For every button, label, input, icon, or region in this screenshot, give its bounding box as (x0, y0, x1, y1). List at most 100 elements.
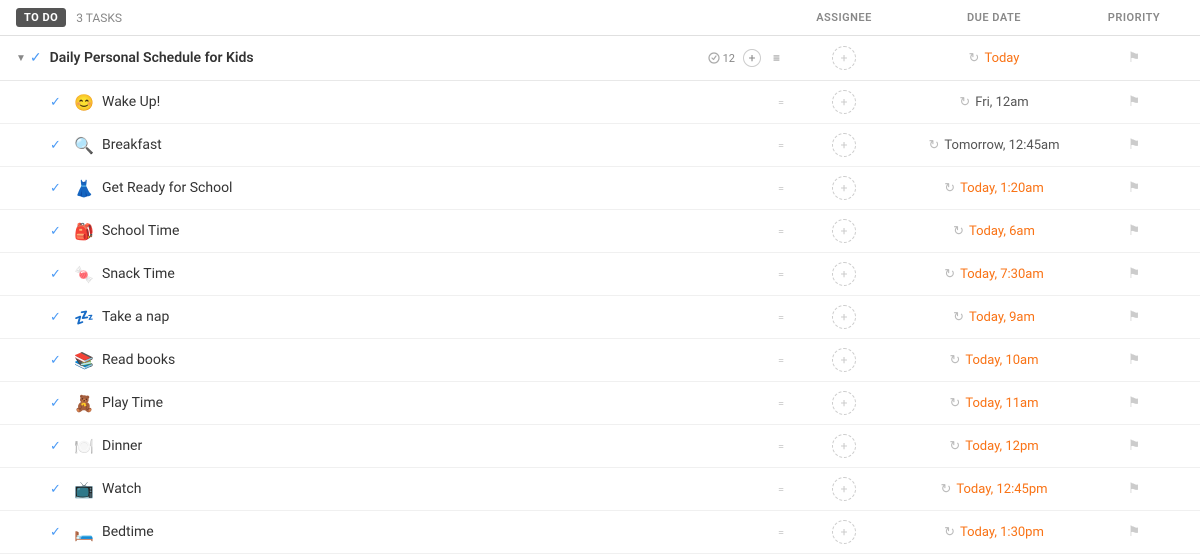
task-due-text-0: Fri, 12am (975, 95, 1028, 110)
task-flag-8[interactable]: ⚑ (1128, 438, 1141, 454)
task-flag-7[interactable]: ⚑ (1128, 395, 1141, 411)
task-duedate-0: ↻ Fri, 12am (904, 95, 1084, 110)
task-priority-8: ⚑ (1084, 438, 1184, 454)
task-avatar-9[interactable]: + (832, 477, 856, 501)
task-flag-0[interactable]: ⚑ (1128, 94, 1141, 110)
group-check-icon[interactable]: ✓ (30, 50, 42, 66)
task-avatar-0[interactable]: + (832, 90, 856, 114)
task-assignee-5: + (784, 305, 904, 329)
task-avatar-5[interactable]: + (832, 305, 856, 329)
task-assignee-0: + (784, 90, 904, 114)
task-flag-2[interactable]: ⚑ (1128, 180, 1141, 196)
task-emoji-1: 🔍 (74, 136, 94, 155)
task-clock-icon-10: ↻ (944, 525, 955, 540)
group-flag-icon[interactable]: ⚑ (1128, 50, 1141, 66)
task-clock-icon-0: ↻ (959, 95, 970, 110)
task-name-5: Take a nap (102, 309, 772, 325)
todo-badge: TO DO (16, 8, 66, 27)
task-check-6[interactable]: ✓ (50, 353, 64, 368)
task-assignee-3: + (784, 219, 904, 243)
task-duedate-9: ↻ Today, 12:45pm (904, 482, 1084, 497)
task-check-7[interactable]: ✓ (50, 396, 64, 411)
tasks-count: 3 TASKS (76, 11, 784, 25)
task-avatar-10[interactable]: + (832, 520, 856, 544)
group-menu-icon[interactable]: ≡ (769, 49, 784, 67)
task-name-7: Play Time (102, 395, 772, 411)
task-emoji-4: 🍬 (74, 265, 94, 284)
task-emoji-2: 👗 (74, 179, 94, 198)
task-flag-6[interactable]: ⚑ (1128, 352, 1141, 368)
task-check-9[interactable]: ✓ (50, 482, 64, 497)
task-clock-icon-8: ↻ (949, 439, 960, 454)
task-due-text-3: Today, 6am (969, 224, 1035, 239)
task-clock-icon-7: ↻ (949, 396, 960, 411)
group-meta: 12 + ≡ (708, 49, 784, 67)
task-flag-5[interactable]: ⚑ (1128, 309, 1141, 325)
task-avatar-4[interactable]: + (832, 262, 856, 286)
task-assignee-1: + (784, 133, 904, 157)
task-priority-7: ⚑ (1084, 395, 1184, 411)
task-row: ✓ 🔍 Breakfast = + ↻ Tomorrow, 12:45am ⚑ (0, 124, 1200, 167)
task-avatar-3[interactable]: + (832, 219, 856, 243)
task-assignee-6: + (784, 348, 904, 372)
task-row: ✓ 🧸 Play Time = + ↻ Today, 11am ⚑ (0, 382, 1200, 425)
task-duedate-3: ↻ Today, 6am (904, 224, 1084, 239)
task-due-text-7: Today, 11am (965, 396, 1038, 411)
task-duedate-1: ↻ Tomorrow, 12:45am (904, 138, 1084, 153)
task-assignee-4: + (784, 262, 904, 286)
subtask-count: 12 (723, 52, 735, 65)
task-name-8: Dinner (102, 438, 772, 454)
group-assignee-cell: + (784, 46, 904, 70)
task-duedate-6: ↻ Today, 10am (904, 353, 1084, 368)
task-due-text-10: Today, 1:30pm (960, 525, 1044, 540)
task-avatar-8[interactable]: + (832, 434, 856, 458)
task-due-text-4: Today, 7:30am (960, 267, 1044, 282)
group-assignee-avatar[interactable]: + (832, 46, 856, 70)
task-avatar-7[interactable]: + (832, 391, 856, 415)
task-check-1[interactable]: ✓ (50, 138, 64, 153)
task-duedate-7: ↻ Today, 11am (904, 396, 1084, 411)
task-priority-2: ⚑ (1084, 180, 1184, 196)
task-check-0[interactable]: ✓ (50, 95, 64, 110)
task-duedate-5: ↻ Today, 9am (904, 310, 1084, 325)
task-name-10: Bedtime (102, 524, 772, 540)
app-container: TO DO 3 TASKS ASSIGNEE DUE DATE PRIORITY… (0, 0, 1200, 554)
task-due-text-9: Today, 12:45pm (956, 482, 1047, 497)
group-due-text: Today (984, 51, 1019, 66)
task-check-8[interactable]: ✓ (50, 439, 64, 454)
task-due-text-1: Tomorrow, 12:45am (944, 138, 1059, 153)
task-flag-9[interactable]: ⚑ (1128, 481, 1141, 497)
task-name-6: Read books (102, 352, 772, 368)
task-flag-10[interactable]: ⚑ (1128, 524, 1141, 540)
task-check-2[interactable]: ✓ (50, 181, 64, 196)
group-collapse-icon[interactable]: ▼ (16, 53, 26, 64)
task-duedate-10: ↻ Today, 1:30pm (904, 525, 1084, 540)
task-flag-4[interactable]: ⚑ (1128, 266, 1141, 282)
task-priority-4: ⚑ (1084, 266, 1184, 282)
task-clock-icon-2: ↻ (944, 181, 955, 196)
add-subtask-button[interactable]: + (743, 49, 761, 67)
task-flag-1[interactable]: ⚑ (1128, 137, 1141, 153)
task-emoji-8: 🍽️ (74, 437, 94, 456)
task-avatar-1[interactable]: + (832, 133, 856, 157)
task-avatar-2[interactable]: + (832, 176, 856, 200)
task-clock-icon-1: ↻ (929, 138, 940, 153)
header-row: TO DO 3 TASKS ASSIGNEE DUE DATE PRIORITY (0, 0, 1200, 36)
task-check-3[interactable]: ✓ (50, 224, 64, 239)
task-assignee-2: + (784, 176, 904, 200)
task-avatar-6[interactable]: + (832, 348, 856, 372)
task-emoji-5: 💤 (74, 308, 94, 327)
task-duedate-4: ↻ Today, 7:30am (904, 267, 1084, 282)
task-check-4[interactable]: ✓ (50, 267, 64, 282)
task-name-4: Snack Time (102, 266, 772, 282)
task-check-10[interactable]: ✓ (50, 525, 64, 540)
col-priority-header: PRIORITY (1084, 11, 1184, 24)
task-assignee-10: + (784, 520, 904, 544)
task-assignee-9: + (784, 477, 904, 501)
task-flag-3[interactable]: ⚑ (1128, 223, 1141, 239)
group-header: ▼ ✓ Daily Personal Schedule for Kids 12 … (0, 36, 1200, 81)
task-check-5[interactable]: ✓ (50, 310, 64, 325)
task-assignee-7: + (784, 391, 904, 415)
task-row: ✓ 📺 Watch = + ↻ Today, 12:45pm ⚑ (0, 468, 1200, 511)
task-row: ✓ 🎒 School Time = + ↻ Today, 6am ⚑ (0, 210, 1200, 253)
